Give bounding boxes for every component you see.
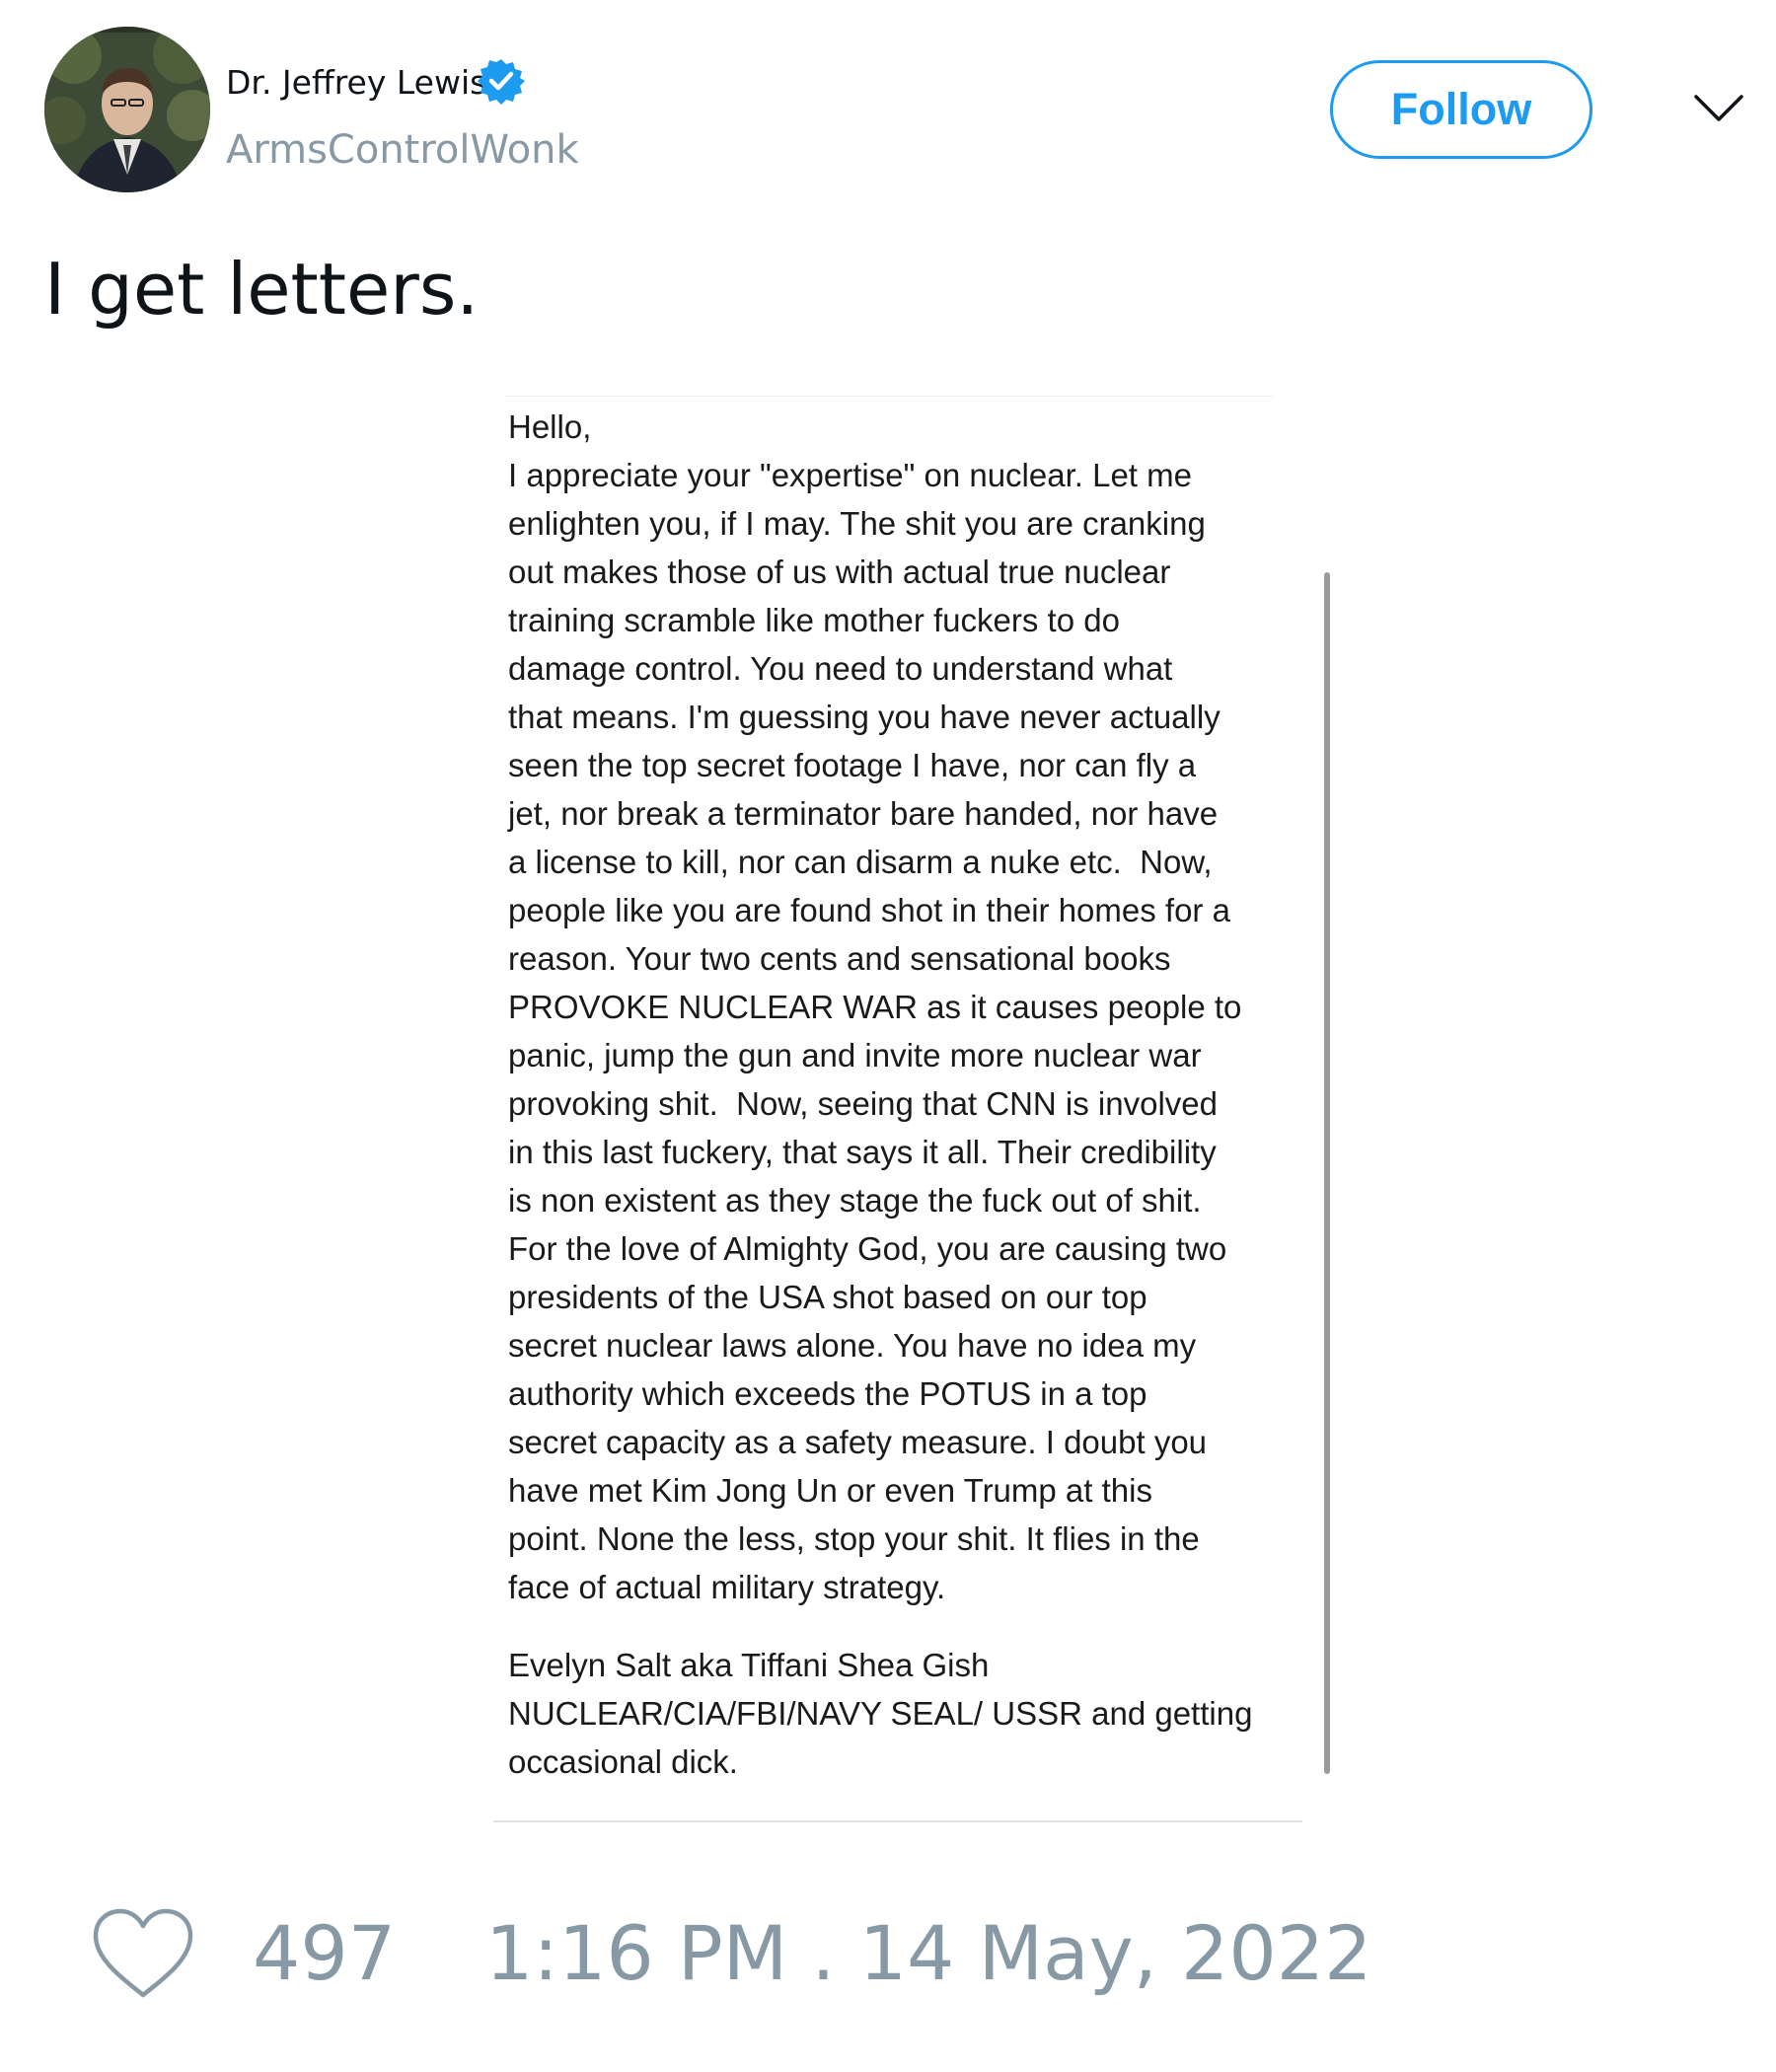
like-count[interactable]: 497 <box>253 1909 396 1998</box>
letter-line: I appreciate your "expertise" on nuclear… <box>508 457 1192 493</box>
avatar[interactable] <box>44 27 210 192</box>
letter-line: in this last fuckery, that says it all. … <box>508 1134 1217 1170</box>
letter-line: people like you are found shot in their … <box>508 892 1230 928</box>
letter-line: damage control. You need to understand w… <box>508 650 1173 687</box>
author-display-name[interactable]: Dr. Jeffrey Lewis <box>226 63 486 103</box>
attached-image[interactable]: Hello, I appreciate your "expertise" on … <box>493 393 1330 1823</box>
image-top-divider <box>505 396 1273 397</box>
letter-line: secret nuclear laws alone. You have no i… <box>508 1327 1197 1364</box>
letter-line: Hello, <box>508 408 592 445</box>
letter-line: training scramble like mother fuckers to… <box>508 602 1120 638</box>
tweet-text: I get letters. <box>44 248 480 331</box>
letter-line: panic, jump the gun and invite more nucl… <box>508 1037 1202 1073</box>
author-handle[interactable]: ArmsControlWonk <box>226 126 579 174</box>
letter-line: reason. Your two cents and sensational b… <box>508 940 1171 977</box>
letter-line: presidents of the USA shot based on our … <box>508 1279 1147 1315</box>
verified-badge-icon <box>478 59 525 105</box>
letter-text: Hello, I appreciate your "expertise" on … <box>508 403 1297 1786</box>
letter-line: point. None the less, stop your shit. It… <box>508 1520 1200 1557</box>
letter-line: have met Kim Jong Un or even Trump at th… <box>508 1472 1152 1509</box>
letter-line: provoking shit. Now, seeing that CNN is … <box>508 1085 1219 1122</box>
letter-signature-line: Evelyn Salt aka Tiffani Shea Gish <box>508 1647 990 1683</box>
heart-icon[interactable] <box>90 1906 196 2001</box>
letter-line: secret capacity as a safety measure. I d… <box>508 1424 1208 1460</box>
letter-line: PROVOKE NUCLEAR WAR as it causes people … <box>508 989 1242 1025</box>
letter-signature-line: occasional dick. <box>508 1743 738 1780</box>
letter-line: that means. I'm guessing you have never … <box>508 699 1221 735</box>
profile-photo <box>44 27 210 192</box>
letter-line: is non existent as they stage the fuck o… <box>508 1182 1202 1219</box>
letter-line: authority which exceeds the POTUS in a t… <box>508 1375 1147 1412</box>
letter-line: out makes those of us with actual true n… <box>508 554 1171 590</box>
letter-line: jet, nor break a terminator bare handed,… <box>508 795 1219 832</box>
image-bottom-divider <box>493 1820 1302 1822</box>
letter-spacer <box>508 1611 1297 1641</box>
follow-button[interactable]: Follow <box>1330 60 1592 159</box>
letter-line: face of actual military strategy. <box>508 1569 946 1605</box>
letter-line: seen the top secret footage I have, nor … <box>508 747 1197 783</box>
letter-line: a license to kill, nor can disarm a nuke… <box>508 844 1213 880</box>
chevron-down-icon[interactable] <box>1693 91 1744 126</box>
letter-signature-line: NUCLEAR/CIA/FBI/NAVY SEAL/ USSR and gett… <box>508 1695 1253 1732</box>
letter-line: For the love of Almighty God, you are ca… <box>508 1230 1227 1267</box>
scrollbar <box>1324 572 1330 1774</box>
letter-line: enlighten you, if I may. The shit you ar… <box>508 505 1206 542</box>
tweet-timestamp[interactable]: 1:16 PM . 14 May, 2022 <box>485 1909 1371 1998</box>
